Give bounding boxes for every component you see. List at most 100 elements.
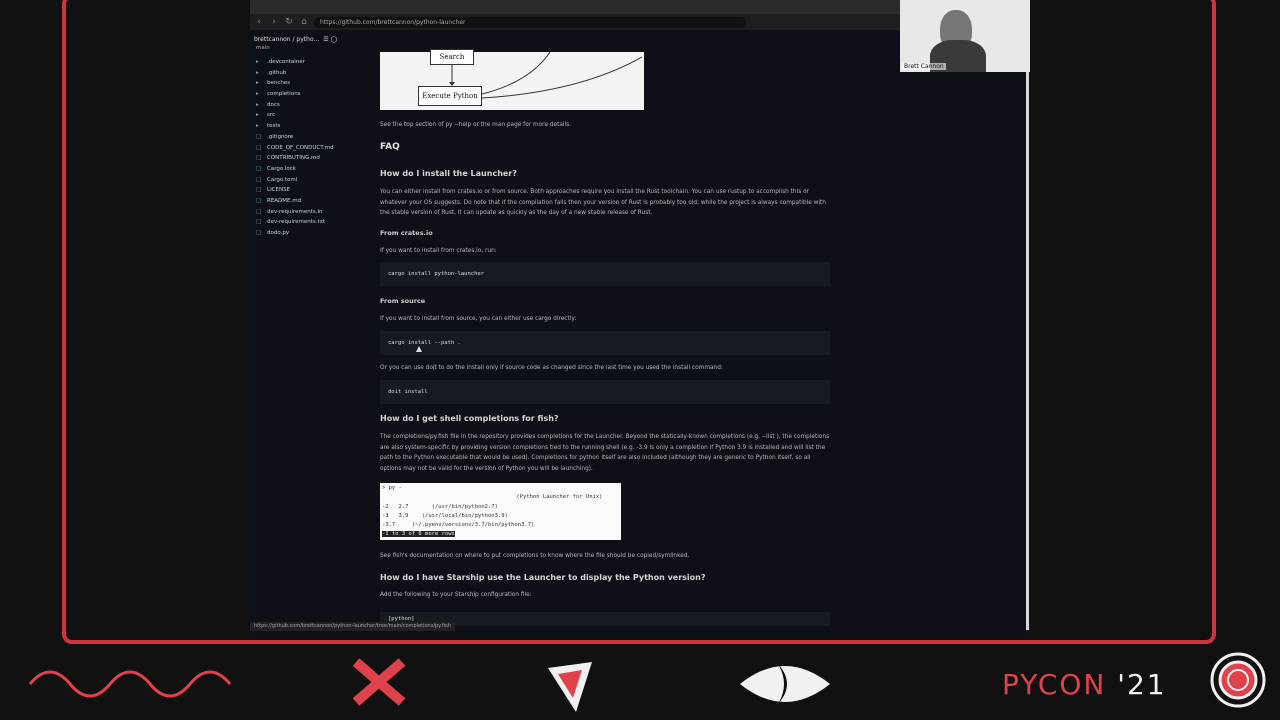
pycon-logo: PYCON '21 [1002, 668, 1167, 701]
starship-paragraph: Add the following to your Starship confi… [380, 592, 532, 598]
folder-icon: ▸ [256, 123, 259, 130]
pycon-brand: PYCON [1002, 668, 1107, 701]
code-block-crates[interactable]: cargo install python-launcher [380, 262, 830, 286]
sidebar-item-label: tests [267, 123, 281, 130]
terminal-screenshot: > py - (Python Launcher for Unix) -2 2.7… [380, 483, 621, 540]
code-block-doit[interactable]: doit install [380, 380, 830, 404]
terminal-row: -3.7 (~/.pyenv/versions/3.7/bin/python3.… [382, 522, 535, 528]
scrollbar[interactable] [1026, 70, 1029, 630]
sidebar-item-label: CONTRIBUTING.md [267, 155, 320, 162]
sidebar-item-label: dev-requirements.txt [267, 219, 326, 226]
file-icon: □ [256, 197, 262, 204]
code-block-source[interactable]: cargo install --path . [380, 331, 830, 355]
sidebar-item[interactable]: ▸ tests [250, 121, 370, 132]
sidebar-item[interactable]: ▸ docs [250, 100, 370, 111]
sidebar-item[interactable]: □ Cargo.toml [250, 175, 370, 186]
sidebar-item[interactable]: □ dodo.py [250, 228, 370, 239]
sidebar-item-label: benches [267, 80, 291, 87]
see-top-text: See the top section of py --help or the … [380, 122, 572, 128]
repo-name[interactable]: brettcannon / pytho... [254, 36, 319, 43]
reload-icon[interactable]: ↻ [284, 17, 294, 27]
folder-icon: ▸ [256, 69, 259, 76]
pycon-year: '21 [1117, 668, 1167, 701]
folder-icon: ▸ [256, 91, 259, 98]
file-icon: □ [256, 219, 262, 226]
file-icon: □ [256, 208, 262, 215]
terminal-row: -3 3.9 (/usr/local/bin/python3.9) [382, 513, 508, 519]
diagram-box-execute: Execute Python [418, 86, 482, 106]
folder-icon: ▸ [256, 112, 259, 119]
sidebar-item-label: dodo.py [267, 230, 290, 236]
target-icon [1210, 652, 1266, 708]
terminal-row: -1 to 3 of 6 more rows [382, 531, 455, 537]
source-paragraph: If you want to install from source, you … [380, 316, 577, 322]
crates-heading: From crates.io [380, 229, 433, 237]
sidebar-item[interactable]: □ CODE_OF_CONDUCT.md [250, 143, 370, 154]
terminal-row: > py - [382, 485, 402, 491]
terminal-row: -2 2.7 (/usr/bin/python2.7) [382, 504, 498, 510]
sidebar-item[interactable]: □ Cargo.lock [250, 164, 370, 175]
folder-icon: ▸ [256, 59, 259, 65]
sidebar-item-label: completions [267, 91, 301, 98]
sidebar-item[interactable]: ▸ .github [250, 68, 370, 79]
diagram-curve-2 [481, 56, 643, 99]
sidebar-item[interactable]: □ dev-requirements.in [250, 207, 370, 218]
folder-icon: ▸ [256, 80, 259, 87]
sidebar-item-label: Cargo.lock [267, 165, 296, 172]
diagram-curve-1 [481, 52, 551, 95]
sidebar-item-label: .devcontainer [267, 59, 305, 65]
sidebar-item-label: Cargo.toml [267, 176, 298, 183]
folder-icon: ▸ [256, 101, 259, 108]
install-paragraph: You can either install from crates.io or… [380, 189, 826, 216]
sidebar-item-label: .github [267, 69, 287, 76]
sidebar-item[interactable]: ▸ src [250, 110, 370, 121]
file-tree-sidebar: brettcannon / pytho... ☰ ◯ main ▸ .devcon… [250, 34, 370, 239]
file-icon: □ [256, 165, 262, 172]
sidebar-item-label: src [267, 112, 276, 119]
diagram-box-search: Search [430, 49, 474, 65]
fish-doc-paragraph: See fish's documentation on where to put… [380, 553, 690, 559]
file-icon: □ [256, 144, 262, 151]
source-heading: From source [380, 297, 426, 305]
file-icon: □ [256, 155, 262, 162]
branch-label[interactable]: main [250, 45, 370, 57]
browser-window: ‹ › ↻ ⌂ https://github.com/brettcannon/p… [250, 0, 1030, 640]
repo-icons[interactable]: ☰ ◯ [323, 36, 337, 43]
sidebar-item[interactable]: ▸ .devcontainer [250, 57, 370, 68]
forward-icon[interactable]: › [269, 17, 279, 27]
sidebar-item[interactable]: ▸ benches [250, 78, 370, 89]
sidebar-item-label: docs [267, 101, 280, 108]
mouse-cursor-icon [416, 346, 422, 352]
sidebar-item-label: .gitignore [267, 133, 294, 140]
sidebar-item[interactable]: □ dev-requirements.txt [250, 217, 370, 228]
file-icon: □ [256, 187, 262, 194]
terminal-row: (Python Launcher for Unix) [470, 494, 603, 500]
starship-heading: How do I have Starship use the Launcher … [380, 573, 706, 582]
address-bar[interactable]: https://github.com/brettcannon/python-la… [314, 16, 746, 28]
eye-icon [740, 664, 830, 704]
fish-heading: How do I get shell completions for fish? [380, 414, 559, 423]
sidebar-item[interactable]: □ CONTRIBUTING.md [250, 153, 370, 164]
flow-diagram: Search Execute Python [380, 49, 644, 110]
sidebar-item[interactable]: □ README.md [250, 196, 370, 207]
status-bar: https://github.com/brettcannon/python-la… [250, 622, 455, 631]
sidebar-item[interactable]: □ .gitignore [250, 132, 370, 143]
faq-heading: FAQ [380, 142, 400, 152]
back-icon[interactable]: ‹ [254, 17, 264, 27]
install-heading: How do I install the Launcher? [380, 169, 517, 178]
crates-paragraph: If you want to install from crates.io, r… [380, 248, 497, 254]
repo-header: brettcannon / pytho... ☰ ◯ [250, 34, 370, 45]
x-cross-icon [352, 658, 406, 706]
wave-icon [28, 670, 232, 698]
speaker-name: Brett Cannon [902, 63, 946, 70]
sidebar-item-label: README.md [267, 197, 302, 204]
sidebar-item[interactable]: ▸ completions [250, 89, 370, 100]
sidebar-item-label: LICENSE [267, 187, 291, 194]
doit-paragraph: Or you can use doit to do the install on… [380, 365, 723, 371]
file-icon: □ [256, 176, 262, 183]
sidebar-item[interactable]: □ LICENSE [250, 185, 370, 196]
webcam-overlay: Brett Cannon [900, 0, 1030, 72]
triangle-icon [548, 662, 592, 712]
home-icon[interactable]: ⌂ [299, 17, 309, 27]
sidebar-item-label: CODE_OF_CONDUCT.md [267, 144, 334, 151]
